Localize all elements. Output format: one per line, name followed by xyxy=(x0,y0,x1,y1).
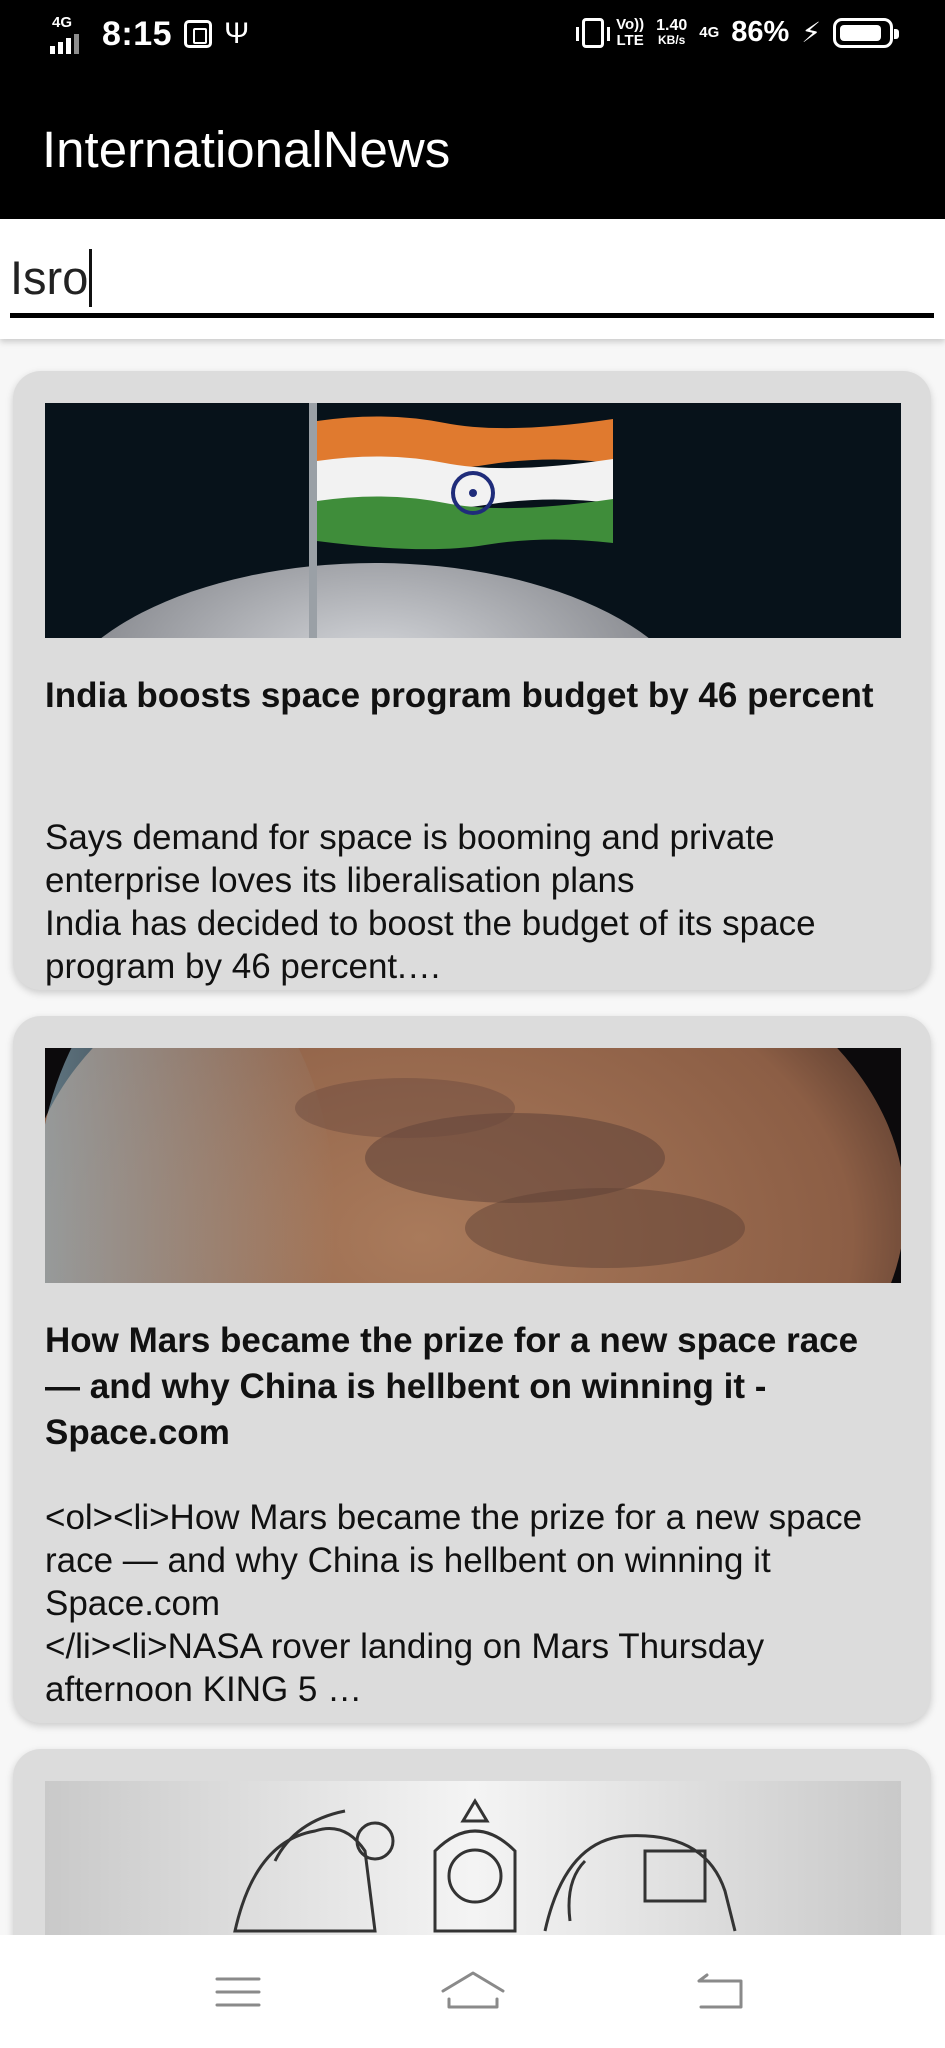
home-icon[interactable] xyxy=(413,1935,533,2048)
network-speed: 1.40 KB/s xyxy=(656,16,688,48)
article-image-india-flag[interactable] xyxy=(45,403,901,638)
article-title: India boosts space program budget by 46 … xyxy=(45,676,874,715)
news-card[interactable]: How Mars became the prize for a new spac… xyxy=(13,1016,931,1723)
charging-icon: ⚡ xyxy=(801,17,821,48)
article-title: How Mars became the prize for a new spac… xyxy=(45,1321,859,1452)
volte-bottom-label: LTE xyxy=(616,31,644,49)
network-speed-unit: KB/s xyxy=(658,32,686,47)
app-title: InternationalNews xyxy=(42,121,451,178)
navigation-bar xyxy=(0,1935,945,2048)
network-type-label: 4G xyxy=(52,14,73,31)
network-type-2-label: 4G xyxy=(699,24,720,41)
battery-fill xyxy=(840,24,881,41)
vibrate-icon xyxy=(576,17,611,48)
search-input[interactable] xyxy=(10,249,934,305)
search-bar xyxy=(0,219,945,339)
back-icon[interactable] xyxy=(659,1935,779,2048)
volte-top-label: Vo)) xyxy=(616,15,645,33)
text-cursor xyxy=(89,249,92,307)
news-card[interactable]: India boosts space program budget by 46 … xyxy=(13,371,931,990)
usb-settings-icon xyxy=(184,20,213,48)
article-description: Says demand for space is booming and pri… xyxy=(45,818,816,986)
menu-icon[interactable] xyxy=(177,1935,297,2048)
signal-icon: 4G xyxy=(48,14,90,54)
news-card[interactable] xyxy=(13,1749,931,1935)
clock: 8:15 xyxy=(102,14,173,53)
battery-percent: 86% xyxy=(731,16,790,48)
news-feed[interactable]: India boosts space program budget by 46 … xyxy=(0,339,945,1935)
article-image-mars[interactable] xyxy=(45,1048,901,1283)
status-bar: 4G 8:15 Ψ Vo)) LTE 1.40 KB/s 4G 86% ⚡ xyxy=(0,0,945,76)
status-left: 4G 8:15 Ψ xyxy=(48,14,249,54)
screen: 4G 8:15 Ψ Vo)) LTE 1.40 KB/s 4G 86% ⚡ In… xyxy=(0,0,945,2048)
network-speed-value: 1.40 xyxy=(656,16,688,34)
article-description: <ol><li>How Mars became the prize for a … xyxy=(45,1498,863,1709)
status-right: Vo)) LTE 1.40 KB/s 4G 86% ⚡ xyxy=(576,15,899,49)
battery-icon xyxy=(833,17,899,48)
search-underline xyxy=(10,313,934,318)
volte-indicator: Vo)) LTE xyxy=(616,15,645,49)
usb-icon: Ψ xyxy=(224,17,250,50)
app-bar: InternationalNews xyxy=(0,76,945,219)
article-image-emblem[interactable] xyxy=(45,1781,901,1935)
